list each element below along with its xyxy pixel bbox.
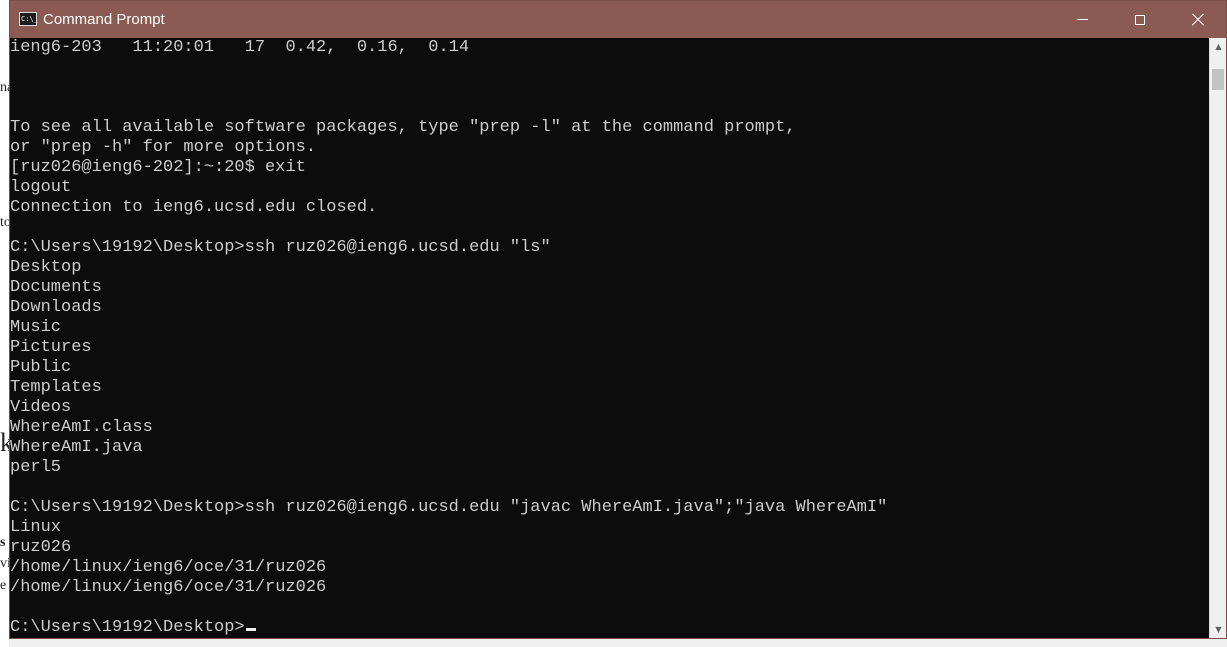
terminal-line: logout bbox=[10, 178, 72, 197]
terminal-prompt-line: C:\Users\19192\Desktop> bbox=[10, 618, 245, 637]
terminal-line: Public bbox=[10, 358, 72, 377]
background-text-fragment: na bbox=[0, 80, 9, 95]
terminal-line: /home/linux/ieng6/oce/31/ruz026 bbox=[10, 558, 327, 577]
terminal-line: Music bbox=[10, 318, 62, 337]
minimize-button[interactable] bbox=[1053, 1, 1111, 38]
text-cursor bbox=[245, 628, 256, 631]
close-icon bbox=[1191, 13, 1205, 27]
terminal-line: C:\Users\19192\Desktop>ssh ruz026@ieng6.… bbox=[10, 498, 888, 517]
background-text-fragment: s bbox=[0, 535, 6, 550]
terminal-line: Linux bbox=[10, 518, 62, 537]
maximize-button[interactable] bbox=[1111, 1, 1169, 38]
maximize-icon bbox=[1135, 14, 1145, 25]
scroll-up-icon[interactable]: ▲ bbox=[1210, 38, 1227, 55]
terminal-line: /home/linux/ieng6/oce/31/ruz026 bbox=[10, 578, 327, 597]
cmd-icon: C:\_ bbox=[19, 12, 38, 26]
terminal-line: [ruz026@ieng6-202]:~:20$ exit bbox=[10, 158, 306, 177]
background-text-fragment: e bbox=[0, 578, 7, 593]
scroll-down-icon[interactable]: ▼ bbox=[1210, 621, 1227, 638]
background-text-fragment: vi bbox=[0, 556, 9, 571]
scroll-thumb[interactable] bbox=[1212, 69, 1224, 90]
terminal-text: ieng6-203 11:20:01 17 0.42, 0.16, 0.14 T… bbox=[10, 38, 1209, 638]
vertical-scrollbar[interactable]: ▲ ▼ bbox=[1209, 38, 1226, 638]
window-title: Command Prompt bbox=[43, 11, 165, 28]
command-prompt-window[interactable]: C:\_ Command Prompt ieng6-203 11:20:01 1… bbox=[9, 0, 1227, 639]
terminal-line: Documents bbox=[10, 278, 102, 297]
terminal-line: Videos bbox=[10, 398, 72, 417]
terminal-line: C:\Users\19192\Desktop>ssh ruz026@ieng6.… bbox=[10, 238, 551, 257]
background-text-fragment: k bbox=[0, 428, 9, 457]
terminal-line: Templates bbox=[10, 378, 102, 397]
minimize-icon bbox=[1076, 19, 1088, 20]
terminal-line: ruz026 bbox=[10, 538, 72, 557]
terminal-output[interactable]: ieng6-203 11:20:01 17 0.42, 0.16, 0.14 T… bbox=[10, 38, 1209, 638]
terminal-line: WhereAmI.java bbox=[10, 438, 143, 457]
title-bar[interactable]: C:\_ Command Prompt bbox=[10, 1, 1226, 38]
terminal-line: Pictures bbox=[10, 338, 92, 357]
background-text-fragment: to bbox=[0, 215, 9, 230]
terminal-line: Connection to ieng6.ucsd.edu closed. bbox=[10, 198, 378, 217]
terminal-line: Desktop bbox=[10, 258, 82, 277]
terminal-line: or "prep -h" for more options. bbox=[10, 138, 317, 157]
terminal-line: WhereAmI.class bbox=[10, 418, 153, 437]
background-window: na to k s vi e bbox=[0, 0, 9, 647]
terminal-line: ieng6-203 11:20:01 17 0.42, 0.16, 0.14 bbox=[10, 38, 470, 57]
terminal-line: Downloads bbox=[10, 298, 102, 317]
terminal-line: perl5 bbox=[10, 458, 62, 477]
close-button[interactable] bbox=[1169, 1, 1227, 38]
terminal-line: To see all available software packages, … bbox=[10, 118, 796, 137]
